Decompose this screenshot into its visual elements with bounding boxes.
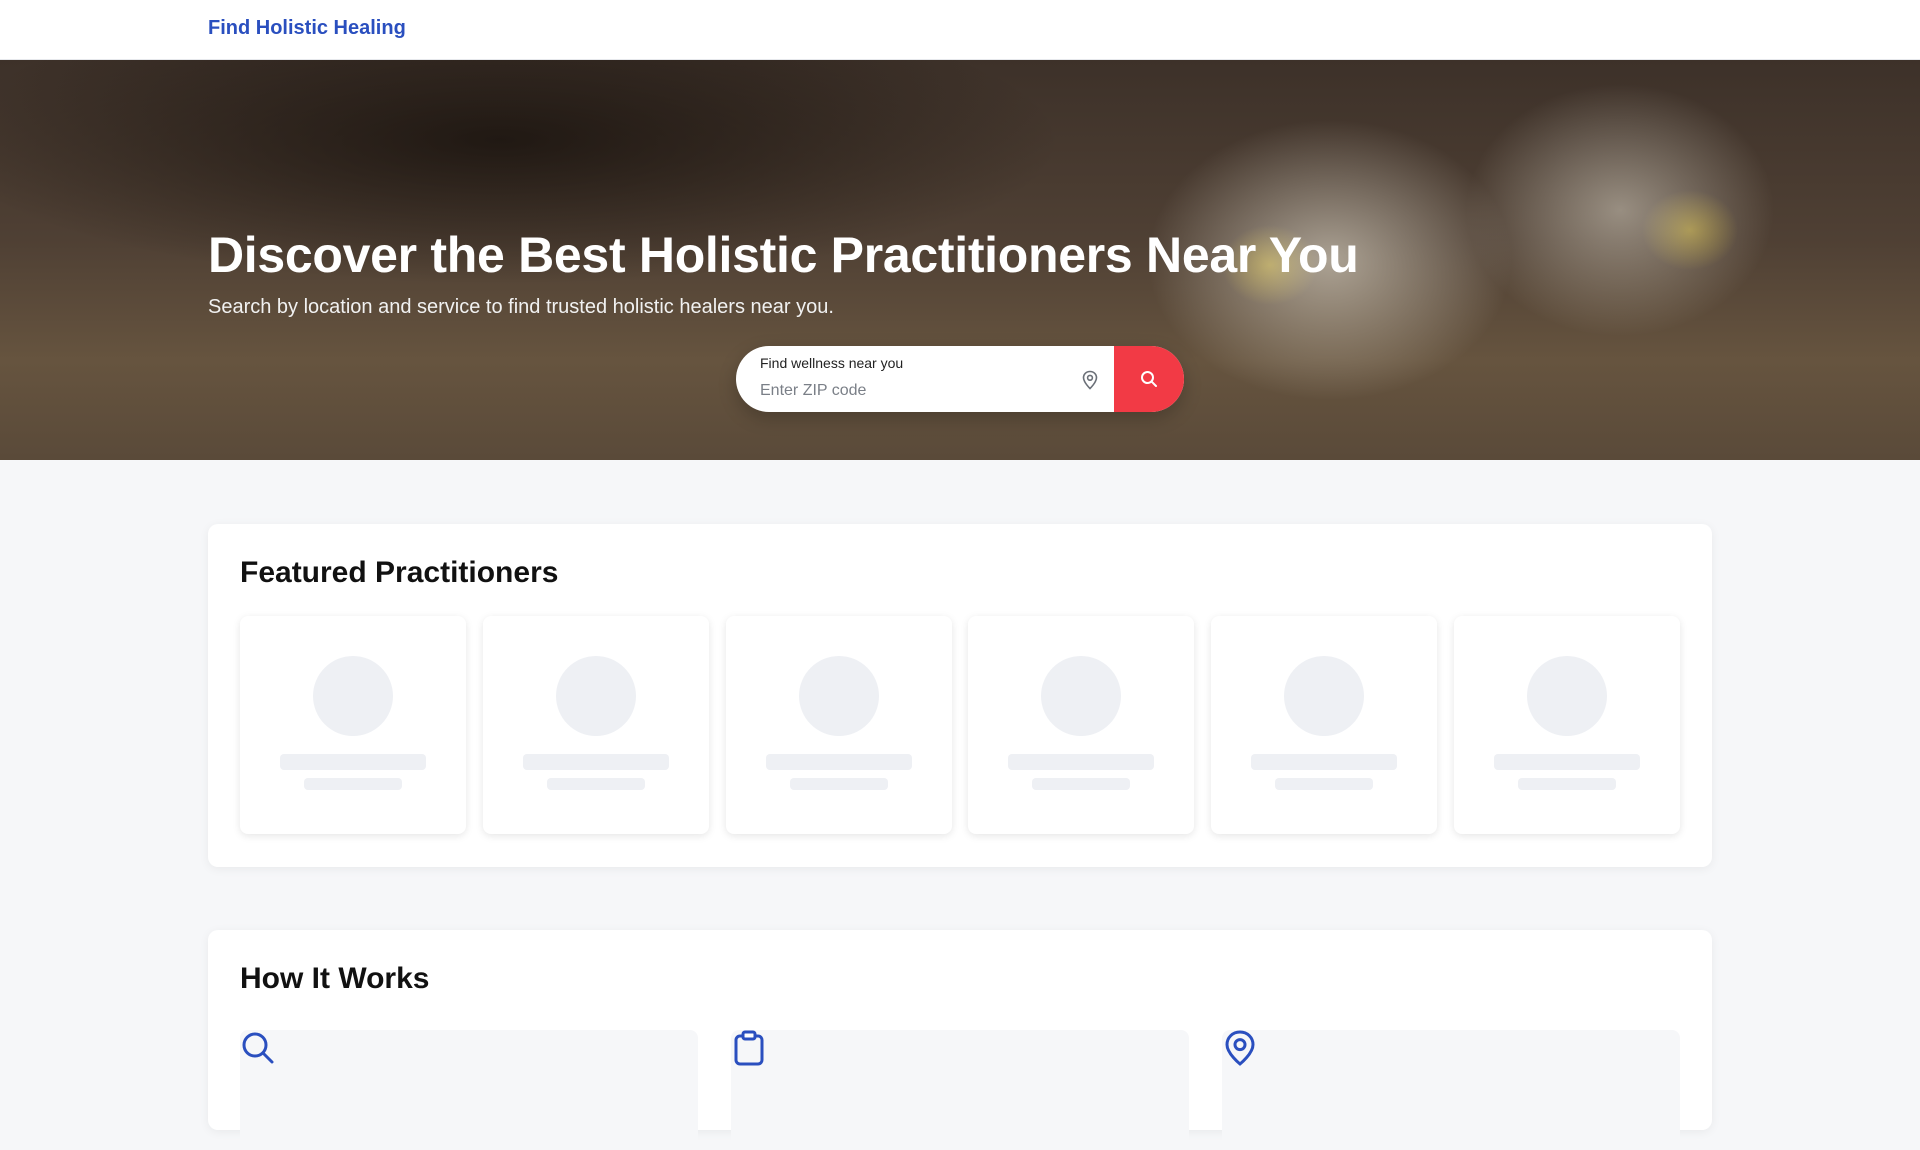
- avatar-placeholder: [556, 656, 636, 736]
- specialty-placeholder: [1275, 778, 1373, 790]
- avatar-placeholder: [799, 656, 879, 736]
- specialty-placeholder: [1518, 778, 1616, 790]
- search-label: Find wellness near you: [760, 355, 904, 371]
- name-placeholder: [766, 754, 912, 770]
- how-it-works-section: How It Works: [208, 930, 1712, 1150]
- brand-logo-link[interactable]: Find Holistic Healing: [208, 17, 406, 40]
- step-card-review: [731, 1030, 1189, 1150]
- practitioner-card-placeholder: [726, 616, 952, 834]
- map-pin-icon: [1081, 370, 1099, 390]
- name-placeholder: [1008, 754, 1154, 770]
- hero-title: Discover the Best Holistic Practitioners…: [208, 227, 1359, 283]
- hero-banner: Discover the Best Holistic Practitioners…: [0, 60, 1920, 460]
- practitioner-card-placeholder: [240, 616, 466, 834]
- top-navbar: Find Holistic Healing: [0, 0, 1920, 60]
- avatar-placeholder: [1527, 656, 1607, 736]
- name-placeholder: [1251, 754, 1397, 770]
- avatar-placeholder: [313, 656, 393, 736]
- practitioner-card-placeholder: [483, 616, 709, 834]
- name-placeholder: [1494, 754, 1640, 770]
- avatar-placeholder: [1041, 656, 1121, 736]
- name-placeholder: [280, 754, 426, 770]
- specialty-placeholder: [547, 778, 645, 790]
- name-placeholder: [523, 754, 669, 770]
- specialty-placeholder: [304, 778, 402, 790]
- specialty-placeholder: [1032, 778, 1130, 790]
- practitioner-card-placeholder: [968, 616, 1194, 834]
- practitioner-card-placeholder: [1211, 616, 1437, 834]
- step-card-search: [240, 1030, 698, 1150]
- zip-search-box: Find wellness near you: [736, 346, 1184, 412]
- avatar-placeholder: [1284, 656, 1364, 736]
- specialty-placeholder: [790, 778, 888, 790]
- featured-section-title: Featured Practitioners: [240, 556, 559, 589]
- zip-code-input[interactable]: [760, 380, 1060, 402]
- practitioner-card-placeholder: [1454, 616, 1680, 834]
- search-button[interactable]: [1114, 346, 1184, 412]
- featured-practitioners-section: Featured Practitioners: [208, 524, 1712, 867]
- how-it-works-title: How It Works: [240, 962, 430, 995]
- step-card-visit: [1222, 1030, 1680, 1150]
- hero-subtitle: Search by location and service to find t…: [208, 296, 834, 318]
